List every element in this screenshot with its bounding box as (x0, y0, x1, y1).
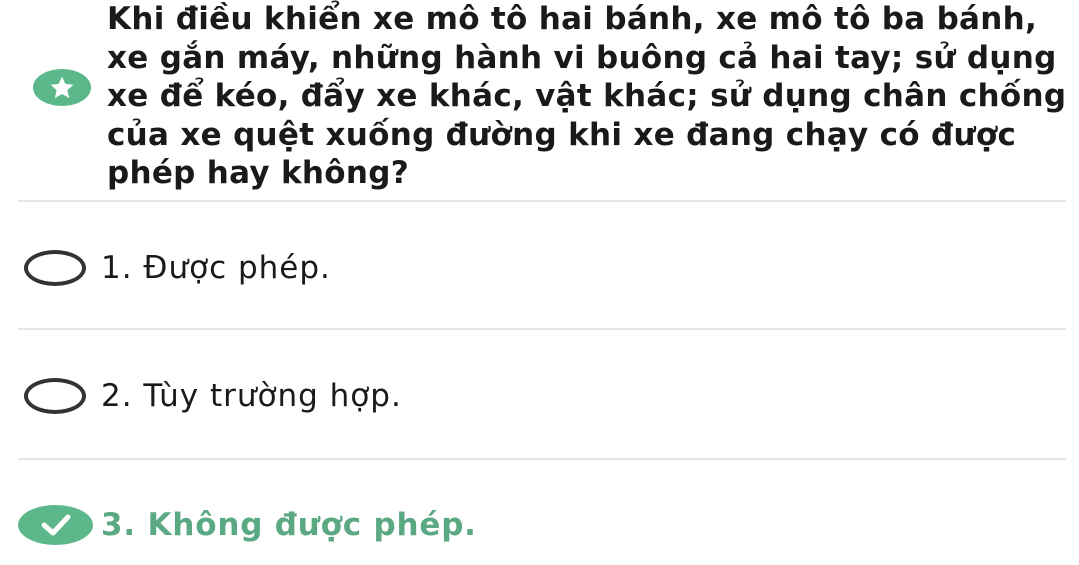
star-icon-glyph (50, 76, 74, 98)
star-icon[interactable] (33, 69, 91, 106)
question-block: Khi điều khiển xe mô tô hai bánh, xe mô … (0, 0, 1079, 191)
answer-label: 2. Tùy trường hợp. (101, 378, 402, 414)
radio-button-icon[interactable] (24, 250, 86, 286)
answer-option-3[interactable]: 3. Không được phép. (0, 485, 1079, 565)
answer-option-1[interactable]: 1. Được phép. (0, 228, 1079, 308)
divider (18, 328, 1066, 330)
question-text: Khi điều khiển xe mô tô hai bánh, xe mô … (107, 1, 1067, 191)
answer-option-2[interactable]: 2. Tùy trường hợp. (0, 356, 1079, 436)
checkmark-icon[interactable] (18, 505, 93, 545)
checkmark-icon-glyph (41, 514, 70, 536)
answer-label-correct: 3. Không được phép. (101, 507, 477, 543)
divider (18, 200, 1066, 202)
radio-button-icon[interactable] (24, 378, 86, 414)
answer-label: 1. Được phép. (101, 250, 331, 286)
divider (18, 458, 1066, 460)
